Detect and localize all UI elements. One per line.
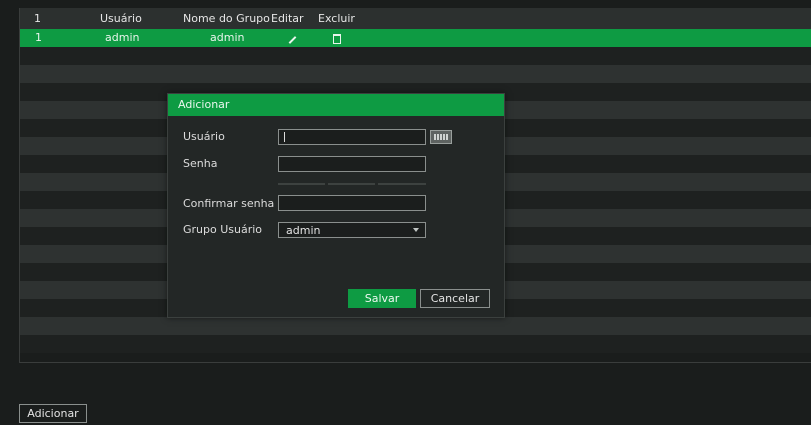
row-user: admin: [105, 31, 140, 44]
password-label: Senha: [183, 157, 218, 170]
pencil-icon[interactable]: [288, 29, 297, 47]
header-edit: Editar: [271, 12, 304, 25]
add-user-dialog: Adicionar Usuário Senha Confirmar senha …: [167, 93, 505, 318]
table-header: 1 Usuário Nome do Grupo Editar Excluir: [20, 8, 811, 29]
confirm-password-label: Confirmar senha: [183, 197, 275, 210]
header-group: Nome do Grupo: [183, 12, 270, 25]
table-row[interactable]: 1 admin admin: [20, 29, 811, 47]
strength-bar-2: [328, 183, 375, 185]
strength-bar-3: [378, 183, 426, 185]
strength-bar-1: [278, 183, 325, 185]
text-caret: [284, 132, 285, 142]
save-button[interactable]: Salvar: [348, 289, 416, 308]
empty-row: [20, 317, 811, 335]
user-label: Usuário: [183, 130, 225, 143]
row-group: admin: [210, 31, 245, 44]
header-delete: Excluir: [318, 12, 355, 25]
keyboard-icon[interactable]: [430, 130, 452, 144]
user-group-label: Grupo Usuário: [183, 223, 263, 236]
empty-row: [20, 335, 811, 353]
user-input[interactable]: [278, 129, 426, 145]
cancel-button[interactable]: Cancelar: [420, 289, 490, 308]
user-group-value: admin: [286, 224, 321, 237]
row-index: 1: [35, 31, 42, 44]
header-user: Usuário: [100, 12, 142, 25]
password-input[interactable]: [278, 156, 426, 172]
dialog-title: Adicionar: [168, 94, 504, 116]
add-user-button[interactable]: Adicionar: [19, 404, 87, 423]
chevron-down-icon: [413, 228, 419, 232]
empty-row: [20, 47, 811, 65]
confirm-password-input[interactable]: [278, 195, 426, 211]
user-group-select[interactable]: admin: [278, 222, 426, 238]
empty-row: [20, 65, 811, 83]
header-index: 1: [34, 12, 41, 25]
